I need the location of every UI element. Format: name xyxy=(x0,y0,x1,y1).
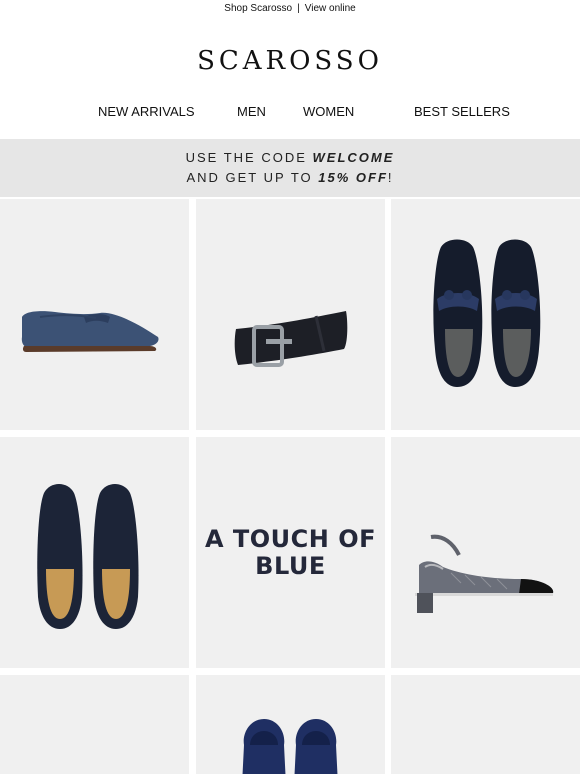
product-tile[interactable] xyxy=(0,199,189,430)
black-suede-belt-icon xyxy=(234,311,348,367)
promo-banner[interactable]: USE THE CODE WELCOME AND GET UP TO 15% O… xyxy=(0,139,580,197)
product-placeholder xyxy=(0,675,189,774)
navy-loafers-top-view-icon xyxy=(37,484,139,629)
nav-item-men[interactable]: MEN xyxy=(237,104,266,119)
feature-headline: A TOUCH OF BLUE xyxy=(204,524,377,580)
product-tile[interactable] xyxy=(0,675,189,774)
promo-text: USE THE CODE xyxy=(185,150,313,165)
nav-item-best-sellers[interactable]: BEST SELLERS xyxy=(414,104,510,119)
feature-tile[interactable]: A TOUCH OF BLUE xyxy=(196,437,385,668)
product-placeholder xyxy=(391,675,580,774)
product-tile[interactable] xyxy=(391,437,580,668)
shop-link[interactable]: Shop Scarosso xyxy=(224,3,292,14)
product-tile[interactable] xyxy=(391,199,580,430)
promo-code: WELCOME xyxy=(312,150,395,165)
view-online-link[interactable]: View online xyxy=(305,3,356,14)
promo-text: AND GET UP TO xyxy=(186,170,319,185)
nav-item-women[interactable]: WOMEN xyxy=(303,104,354,119)
preheader-separator: | xyxy=(297,2,300,14)
promo-line-2: AND GET UP TO 15% OFF! xyxy=(0,168,580,188)
velvet-slippers-icon xyxy=(242,719,338,774)
feature-headline-line-2: BLUE xyxy=(255,551,326,580)
product-tile[interactable] xyxy=(196,199,385,430)
preheader-bar: Shop Scarosso | View online xyxy=(0,0,580,16)
main-nav: NEW ARRIVALS MEN WOMEN BEST SELLERS xyxy=(0,104,580,124)
promo-discount: 15% OFF xyxy=(318,170,388,185)
brand-logo[interactable]: SCAROSSO xyxy=(0,46,580,76)
tassel-loafers-pair-icon xyxy=(433,239,541,387)
promo-line-1: USE THE CODE WELCOME xyxy=(0,148,580,168)
product-tile[interactable] xyxy=(196,675,385,774)
blue-suede-loafer-icon xyxy=(21,311,159,352)
product-tile[interactable] xyxy=(0,437,189,668)
promo-punctuation: ! xyxy=(387,170,394,185)
feature-headline-line-1: A TOUCH OF xyxy=(204,524,377,553)
product-tile[interactable] xyxy=(391,675,580,774)
nav-item-new-arrivals[interactable]: NEW ARRIVALS xyxy=(98,104,195,119)
tweed-slingback-icon xyxy=(415,534,554,613)
